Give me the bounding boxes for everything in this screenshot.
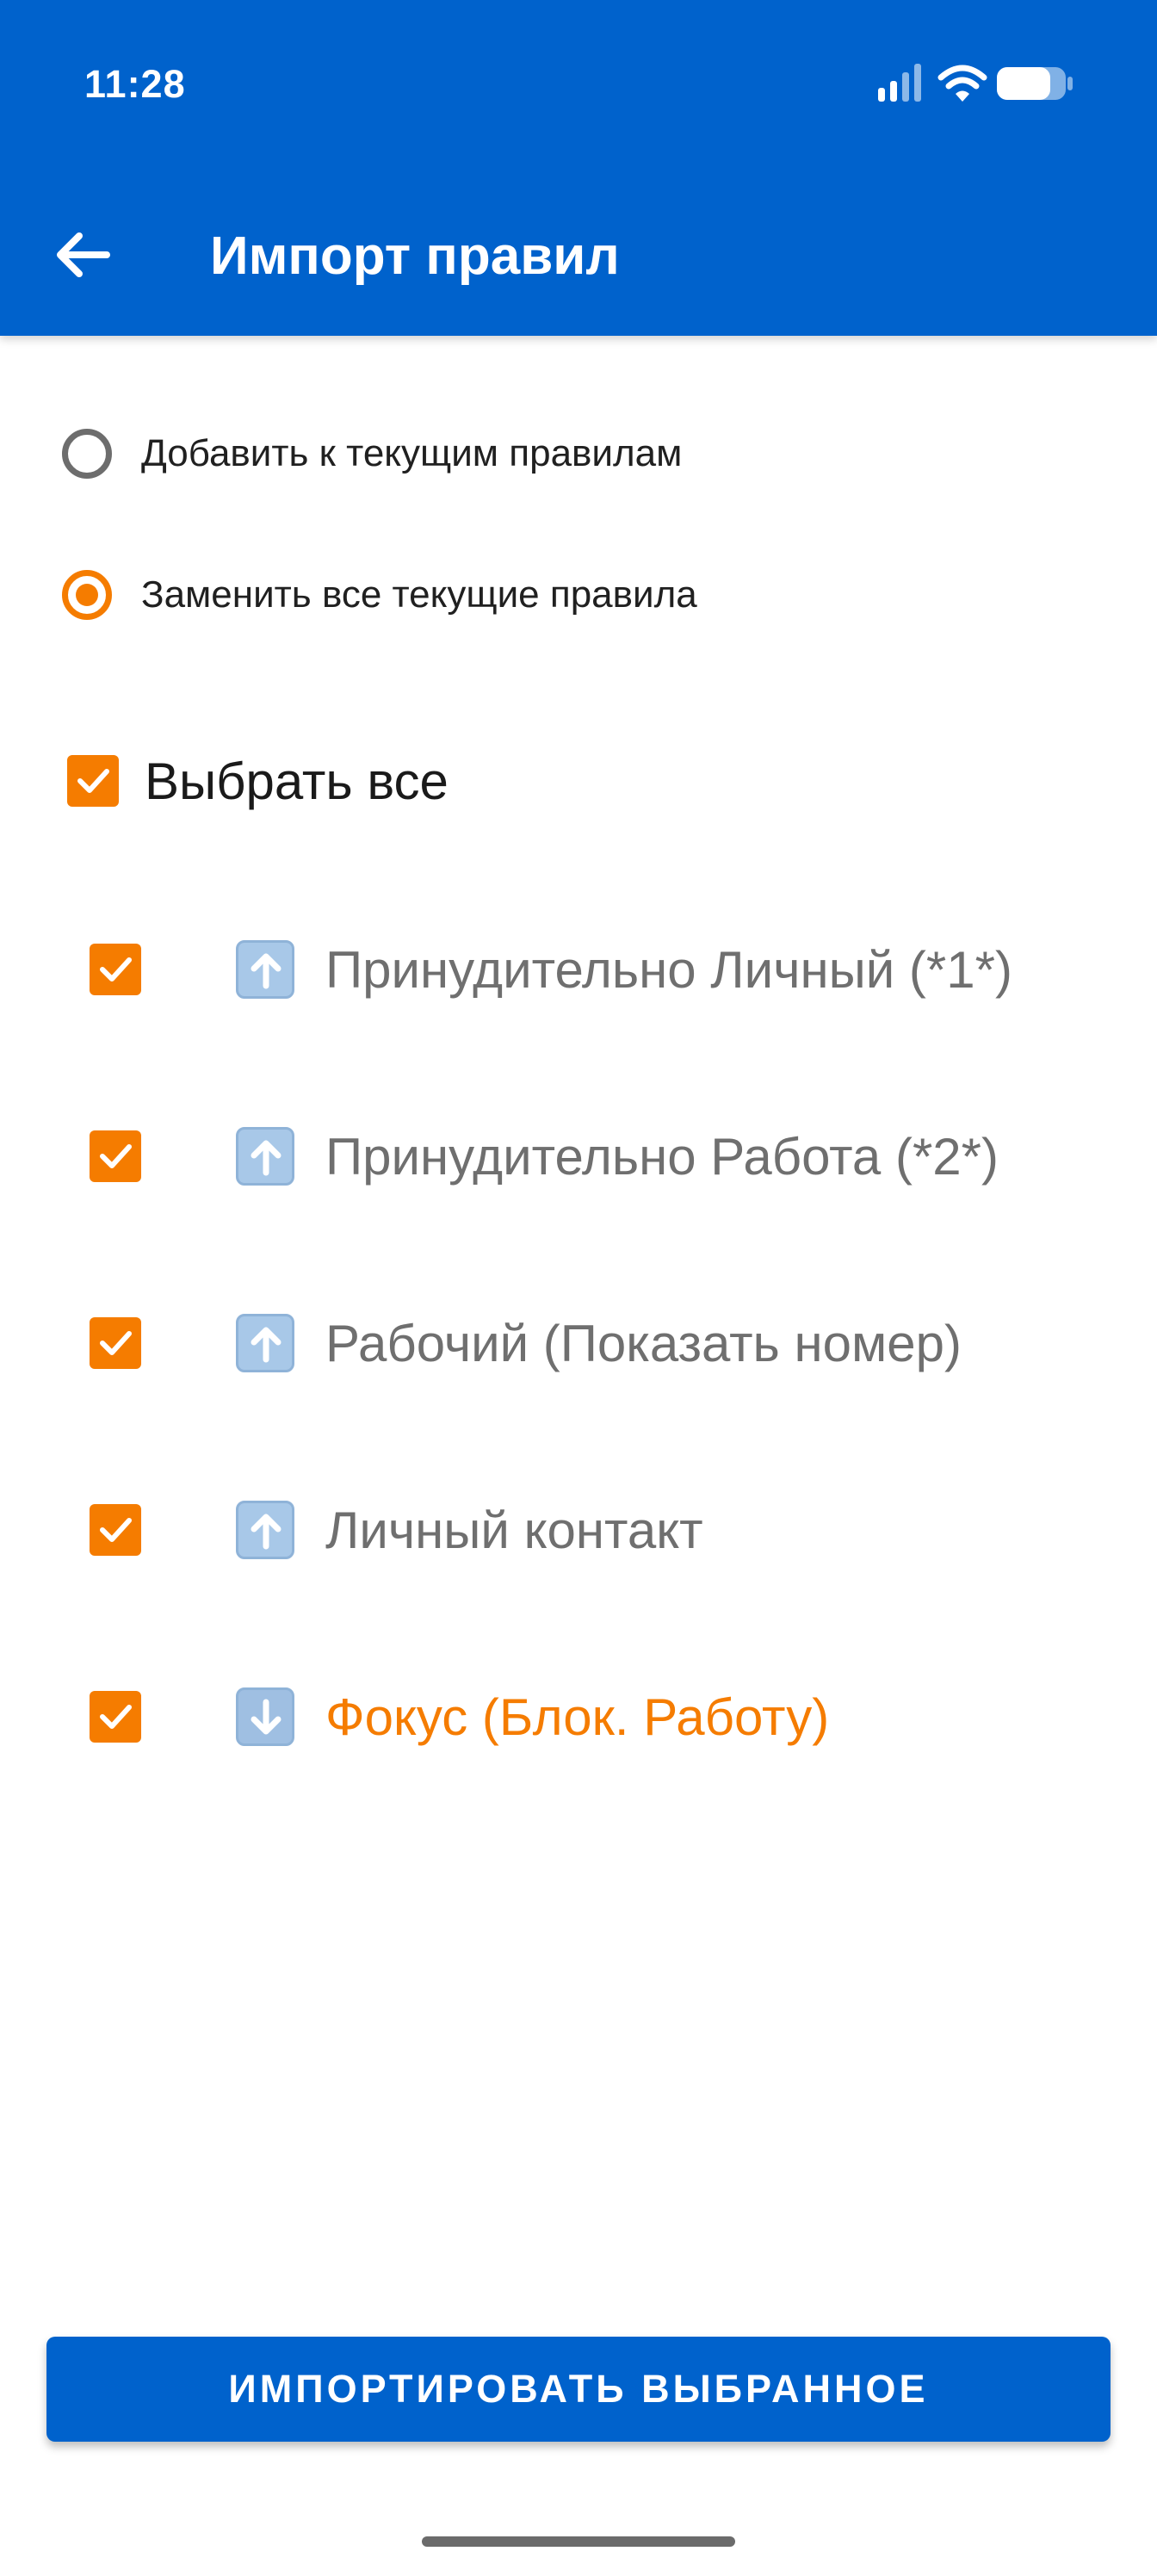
check-icon (100, 1705, 132, 1729)
check-icon (100, 957, 132, 981)
radio-option-append[interactable]: Добавить к текущим правилам (62, 415, 682, 492)
import-selected-button[interactable]: ИМПОРТИРОВАТЬ ВЫБРАННОЕ (46, 2337, 1111, 2442)
cellular-signal-icon (878, 64, 921, 102)
rule-item-4[interactable]: Личный контакт (90, 1487, 1105, 1573)
rule-item-1[interactable]: Принудительно Личный (*1*) (90, 926, 1105, 1012)
select-all-label: Выбрать все (145, 752, 449, 810)
rule-label: Личный контакт (325, 1501, 703, 1559)
radio-option-replace[interactable]: Заменить все текущие правила (62, 556, 697, 634)
rule-checkbox[interactable] (90, 944, 141, 995)
up-arrow-icon (236, 1127, 294, 1186)
rule-label: Фокус (Блок. Работу) (325, 1687, 830, 1746)
home-indicator[interactable] (422, 2536, 735, 2547)
rule-label: Принудительно Личный (*1*) (325, 940, 1012, 999)
rule-checkbox[interactable] (90, 1504, 141, 1556)
check-icon (100, 1144, 132, 1168)
rule-item-2[interactable]: Принудительно Работа (*2*) (90, 1113, 1105, 1199)
up-arrow-icon (236, 1314, 294, 1372)
status-time: 11:28 (84, 62, 186, 106)
page-title: Импорт правил (210, 226, 620, 286)
rule-checkbox[interactable] (90, 1130, 141, 1182)
check-icon (100, 1331, 132, 1355)
app-bar: 11:28 Импорт правил (0, 0, 1157, 336)
radio-button[interactable] (62, 429, 112, 479)
back-button[interactable] (41, 212, 127, 298)
check-icon (100, 1518, 132, 1542)
rule-checkbox[interactable] (90, 1691, 141, 1743)
wifi-icon (937, 65, 987, 102)
battery-icon (997, 67, 1073, 100)
select-all-checkbox[interactable] (67, 755, 119, 807)
down-arrow-icon (236, 1687, 294, 1746)
rule-item-5[interactable]: Фокус (Блок. Работу) (90, 1674, 1105, 1760)
select-all-row[interactable]: Выбрать все (67, 742, 449, 820)
rule-item-3[interactable]: Рабочий (Показать номер) (90, 1300, 1105, 1386)
up-arrow-icon (236, 940, 294, 999)
import-button-label: ИМПОРТИРОВАТЬ ВЫБРАННОЕ (228, 2367, 929, 2411)
radio-button-selected[interactable] (62, 570, 112, 620)
rule-label: Рабочий (Показать номер) (325, 1314, 962, 1372)
rule-label: Принудительно Работа (*2*) (325, 1127, 999, 1186)
radio-label: Заменить все текущие правила (141, 573, 697, 616)
radio-label: Добавить к текущим правилам (141, 432, 683, 474)
check-icon (77, 769, 109, 793)
arrow-left-icon (57, 232, 110, 277)
up-arrow-icon (236, 1501, 294, 1559)
rule-checkbox[interactable] (90, 1317, 141, 1369)
